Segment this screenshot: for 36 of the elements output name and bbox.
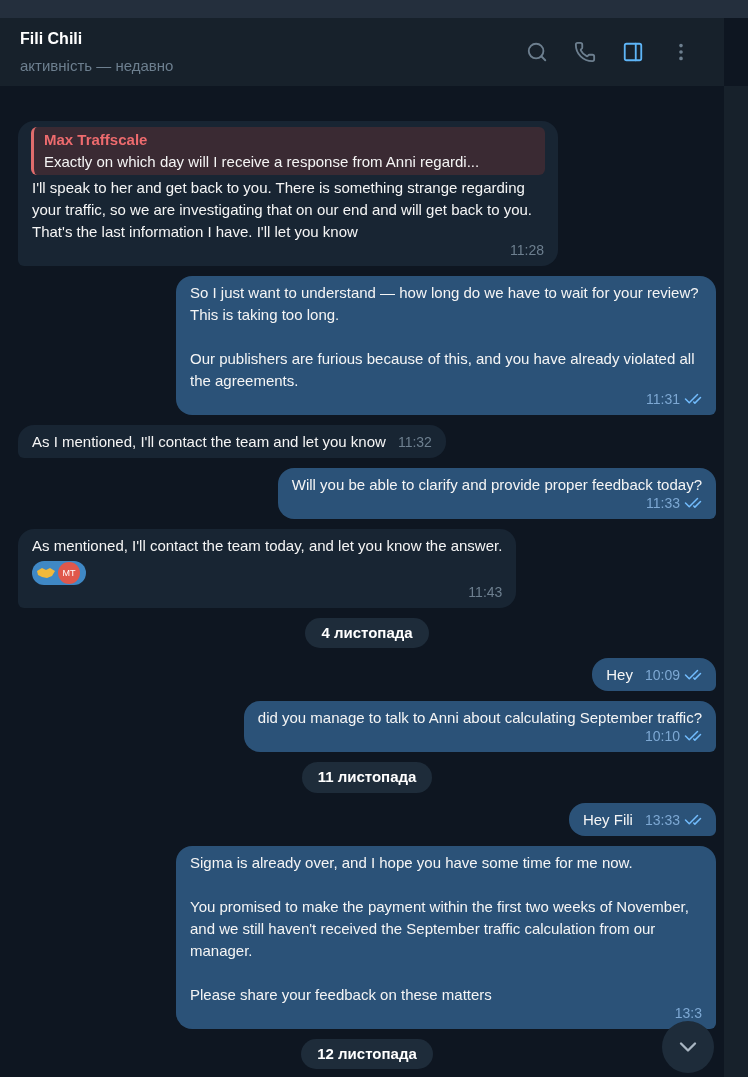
chat-status: активність — недавно (20, 55, 174, 76)
message-text: As I mentioned, I'll contact the team and let you know (32, 431, 386, 452)
message-time: 13:3 (674, 1003, 702, 1023)
message-text: Sigma is already over, and I hope you have some time for me now. (190, 852, 634, 873)
message-time: 11:43 (468, 582, 503, 602)
message-time: 10:10 (644, 727, 680, 746)
reaction[interactable]: MT (32, 560, 86, 585)
message-time: 11:33 (646, 493, 680, 513)
message-time: 10:09 (644, 666, 680, 685)
date-separator: 12 листопада (301, 1038, 433, 1069)
search-icon[interactable] (526, 41, 548, 63)
reply-author: Max Traffscale (44, 129, 149, 150)
reply-text: Exactly on which day will I receive a response from Anni regardi... (44, 151, 481, 172)
handshake-icon (36, 565, 56, 580)
phone-icon[interactable] (574, 41, 596, 63)
reactor-avatar: MT (58, 561, 80, 584)
message-text: Hey Fili (582, 809, 633, 830)
date-separator: 4 листопада (305, 617, 429, 648)
message-text: Our publishers are furious because of this, and you have already violated all the agreements. (190, 348, 696, 391)
message-time: 11:31 (646, 389, 680, 409)
message-text: I'll speak to her and get back to you. There is something strange regarding your traffic, so we are investigating that on our end and will get back to you. That's the last information I have. I'll let you know (32, 177, 533, 242)
message-text: Will you be able to clarify and provide proper feedback today? (291, 474, 702, 495)
side-panel-icon[interactable] (622, 41, 644, 63)
message-time: 13:33 (644, 810, 680, 830)
message-text: Please share your feedback on these matters (190, 984, 493, 1005)
scroll-down-button[interactable] (662, 1021, 714, 1073)
message-text: did you manage to talk to Anni about calculating September traffic? (257, 708, 702, 728)
reply-quote[interactable]: Max Traffscale Exactly on which day will I receive a response from Anni regardi... (31, 126, 545, 175)
message-text: So I just want to understand — how long do we have to wait for your review? This is taking too long. (190, 282, 700, 325)
chat-title: Fili Chili (20, 28, 84, 49)
message-time: 11:32 (397, 432, 432, 452)
date-separator: 11 листопада (301, 762, 433, 793)
message-text: You promised to make the payment within the first two weeks of November, and we still haven't received the September traffic calculation from our manager. (190, 896, 690, 961)
message-text: As mentioned, I'll contact the team today, and let you know the answer. (32, 535, 503, 556)
message-time: 11:28 (510, 240, 544, 260)
message-text: Hey (606, 665, 633, 685)
